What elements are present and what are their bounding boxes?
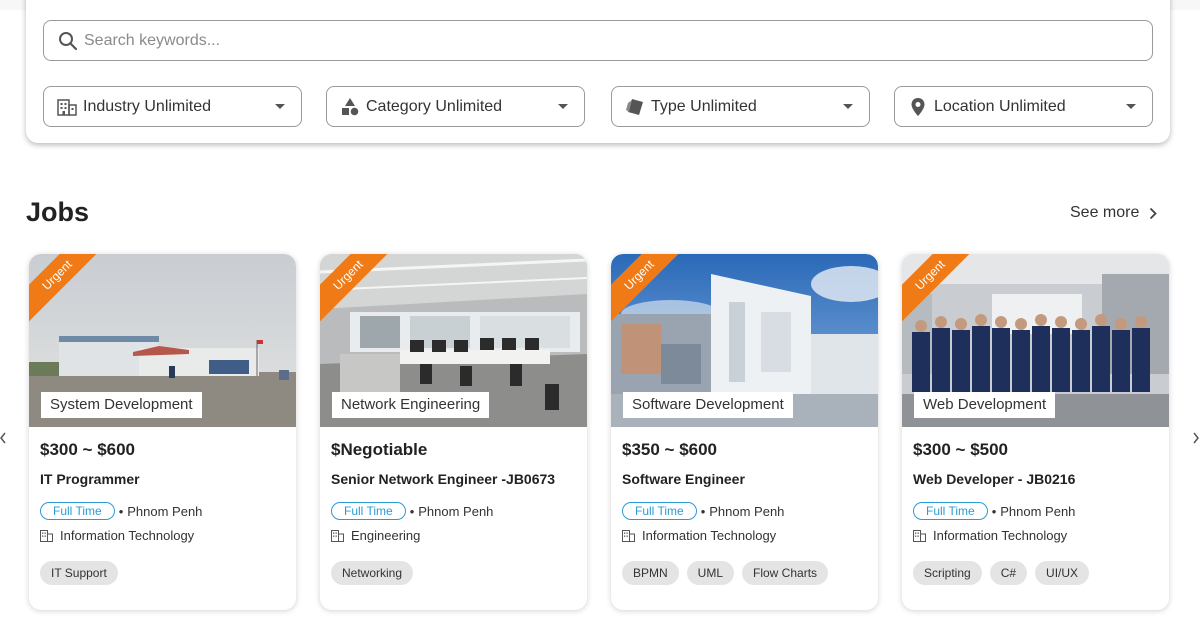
job-type-badge: Full Time [40,502,115,520]
jobs-section-title: Jobs [26,197,90,227]
job-card[interactable]: Urgent Web Development $300 ~ $500 Web D… [902,254,1169,610]
industry-filter[interactable]: Industry Unlimited [43,86,302,127]
building-icon [57,97,77,117]
job-type-badge: Full Time [913,502,988,520]
job-category-label: Network Engineering [332,392,490,418]
job-industry: Information Technology [40,528,194,543]
job-card[interactable]: Urgent Software Development $350 ~ $600 … [611,254,878,610]
job-location: Phnom Penh [709,503,785,519]
search-panel: Industry Unlimited Category Unlimited Ty… [26,0,1170,143]
skill-tag[interactable]: Networking [331,561,414,585]
tag-icon [625,97,645,117]
skill-tag[interactable]: Scripting [913,561,982,585]
job-tags: IT Support [40,561,118,585]
filter-row: Industry Unlimited Category Unlimited Ty… [43,86,1153,127]
building-icon [331,529,344,542]
shapes-icon [340,97,360,117]
job-title: Web Developer - JB0216 [913,471,1076,487]
chevron-down-icon [1126,104,1136,109]
search-icon [59,31,78,50]
job-location: Phnom Penh [127,503,203,519]
category-filter[interactable]: Category Unlimited [326,86,585,127]
chevron-down-icon [843,104,853,109]
job-category-label: Web Development [914,392,1056,418]
see-more-link[interactable]: See more [1070,204,1158,222]
job-industry: Information Technology [622,528,776,543]
job-tags: Networking [331,561,414,585]
location-filter[interactable]: Location Unlimited [894,86,1153,127]
location-filter-label: Location Unlimited [934,97,1066,115]
type-filter[interactable]: Type Unlimited [611,86,870,127]
job-industry-label: Information Technology [933,528,1068,543]
job-location: Phnom Penh [418,503,494,519]
chevron-down-icon [558,104,568,109]
job-salary: $Negotiable [331,440,428,459]
skill-tag[interactable]: Flow Charts [742,561,829,585]
job-card-image: Urgent Network Engineering [320,254,587,427]
job-card[interactable]: Urgent System Development $300 ~ $600 IT… [29,254,296,610]
job-card-image: Urgent Software Development [611,254,878,427]
location-pin-icon [908,97,928,117]
job-industry-label: Information Technology [642,528,777,543]
industry-filter-label: Industry Unlimited [83,97,212,115]
carousel-prev-icon[interactable] [0,431,10,445]
job-title: Software Engineer [622,471,745,487]
carousel-next-icon[interactable] [1192,431,1200,445]
separator-dot: • [700,503,706,519]
job-tags: BPMN UML Flow Charts [622,561,829,585]
search-input[interactable] [84,31,1084,50]
job-tags: Scripting C# UI/UX [913,561,1090,585]
job-meta: Full Time • Phnom Penh [331,502,493,520]
job-type-badge: Full Time [331,502,406,520]
separator-dot: • [991,503,997,519]
job-industry: Information Technology [913,528,1067,543]
skill-tag[interactable]: C# [989,561,1028,585]
chevron-right-icon [1150,207,1158,219]
job-card-image: Urgent System Development [29,254,296,427]
job-title: IT Programmer [40,471,140,487]
skill-tag[interactable]: BPMN [622,561,679,585]
building-icon [622,529,635,542]
job-card[interactable]: Urgent Network Engineering $Negotiable S… [320,254,587,610]
search-box[interactable] [43,20,1153,61]
job-salary: $300 ~ $600 [40,440,136,459]
building-icon [913,529,926,542]
type-filter-label: Type Unlimited [651,97,757,115]
skill-tag[interactable]: UML [686,561,735,585]
job-meta: Full Time • Phnom Penh [913,502,1075,520]
see-more-label: See more [1070,204,1140,221]
job-type-badge: Full Time [622,502,697,520]
separator-dot: • [118,503,124,519]
category-filter-label: Category Unlimited [366,97,503,115]
job-meta: Full Time • Phnom Penh [622,502,784,520]
chevron-down-icon [275,104,285,109]
job-location: Phnom Penh [1000,503,1076,519]
job-card-image: Urgent Web Development [902,254,1169,427]
job-category-label: Software Development [623,392,793,418]
job-salary: $300 ~ $500 [913,440,1009,459]
job-industry: Engineering [331,528,420,543]
building-icon [40,529,53,542]
job-salary: $350 ~ $600 [622,440,718,459]
job-category-label: System Development [41,392,202,418]
job-industry-label: Engineering [351,528,421,543]
job-meta: Full Time • Phnom Penh [40,502,202,520]
job-industry-label: Information Technology [60,528,195,543]
skill-tag[interactable]: IT Support [40,561,118,585]
skill-tag[interactable]: UI/UX [1035,561,1090,585]
separator-dot: • [409,503,415,519]
job-title: Senior Network Engineer -JB0673 [331,471,556,487]
